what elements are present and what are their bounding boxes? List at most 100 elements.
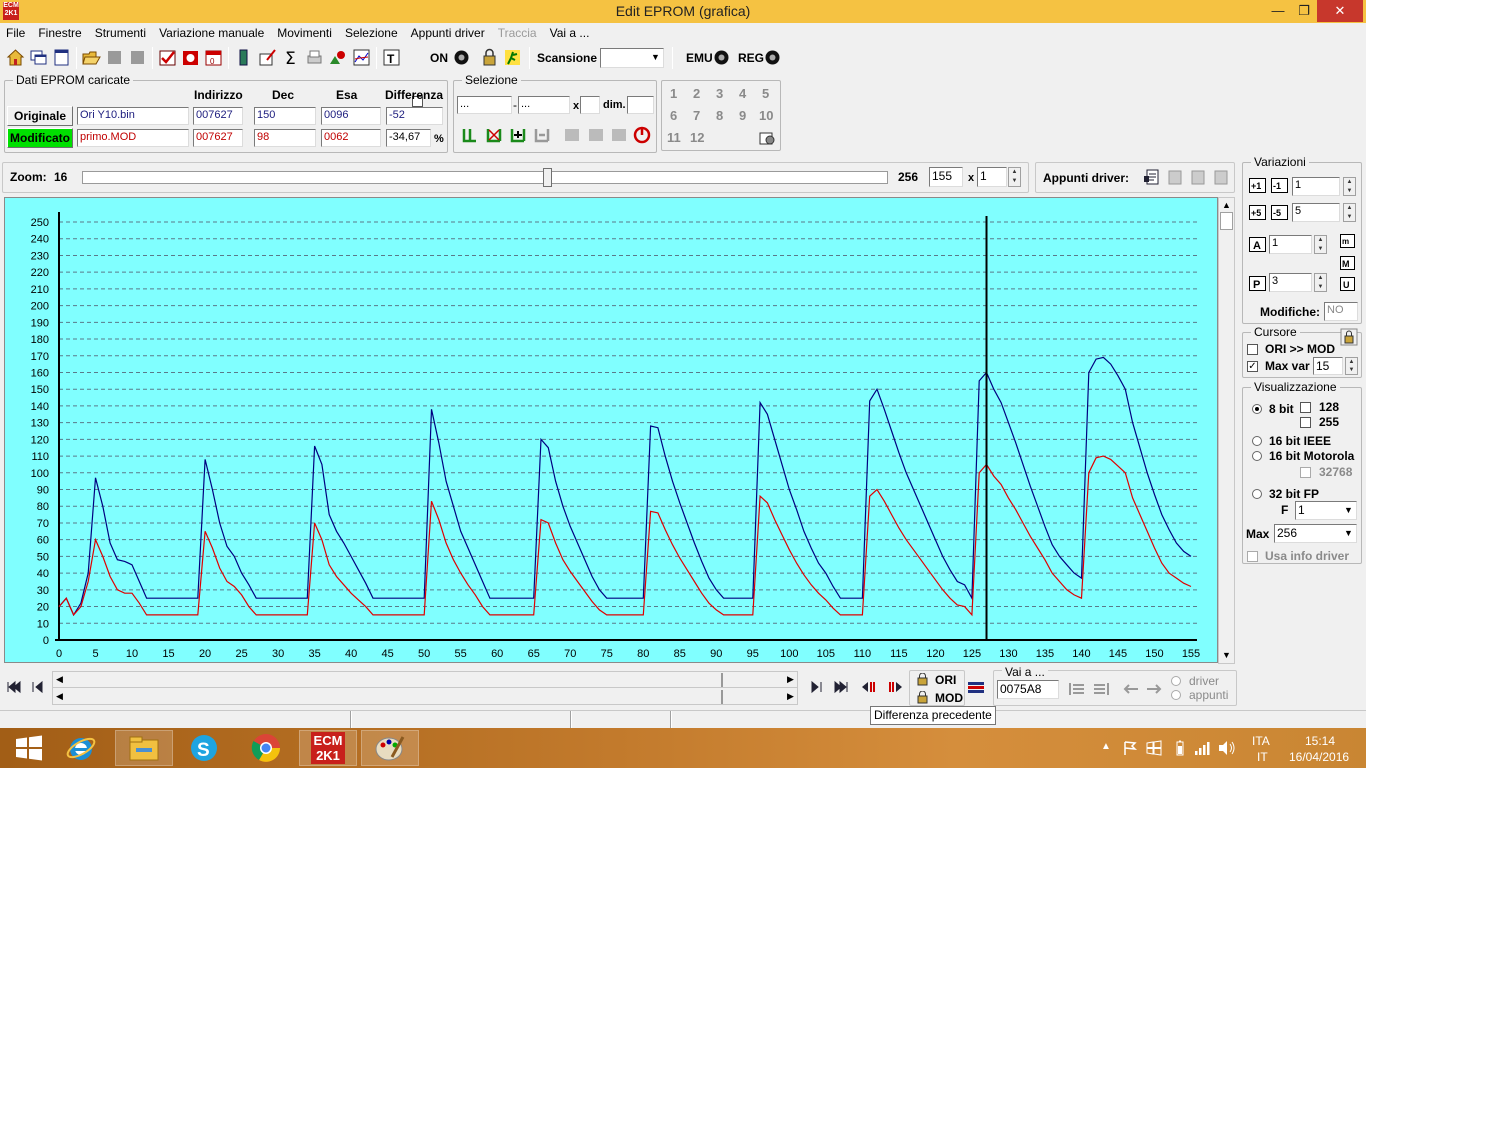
- zoom-slider-track[interactable]: [82, 171, 888, 184]
- goto-start-icon[interactable]: [1068, 681, 1086, 697]
- menu-finestre[interactable]: Finestre: [38, 26, 81, 40]
- usa-info-checkbox[interactable]: [1247, 551, 1258, 562]
- last-icon[interactable]: [833, 680, 849, 694]
- prev-page-icon[interactable]: [30, 680, 46, 694]
- max-dropdown-arrow-icon[interactable]: ▼: [1344, 528, 1353, 538]
- prev-difference-icon[interactable]: [860, 680, 876, 694]
- action-center-flag-icon[interactable]: [1122, 740, 1138, 756]
- edit-chart-icon[interactable]: [258, 48, 277, 67]
- taskbar-skype[interactable]: S: [175, 730, 233, 766]
- set-a-spinner[interactable]: ▲ ▼: [1314, 235, 1327, 254]
- taskbar-chrome[interactable]: [237, 730, 295, 766]
- cursor-lock-icon[interactable]: [1340, 328, 1358, 346]
- minus-percent-icon[interactable]: -5: [1271, 205, 1288, 220]
- check-32768[interactable]: [1300, 467, 1311, 478]
- mod-scroll-thumb[interactable]: [721, 690, 723, 704]
- goto-address-field[interactable]: 0075A8: [997, 680, 1059, 699]
- network-signal-icon[interactable]: [1194, 740, 1212, 756]
- slot-9[interactable]: 9: [739, 108, 746, 123]
- show-hidden-icons-icon[interactable]: ▲: [1101, 741, 1111, 752]
- clipboard-delete-icon[interactable]: [1212, 168, 1230, 186]
- select-start-icon[interactable]: [461, 126, 479, 144]
- save-as-icon[interactable]: [128, 48, 147, 67]
- set-p-field[interactable]: 3: [1269, 273, 1312, 292]
- open-folder-icon[interactable]: [82, 48, 101, 67]
- variazione-step-spinner[interactable]: ▲ ▼: [1343, 177, 1356, 196]
- mod-scroll-right-icon[interactable]: ▶: [787, 691, 794, 702]
- start-button[interactable]: [0, 730, 58, 766]
- slot-4[interactable]: 4: [739, 86, 746, 101]
- orig-scroll-thumb[interactable]: [721, 673, 723, 687]
- check-128[interactable]: [1300, 402, 1311, 413]
- u-icon[interactable]: U: [1340, 277, 1355, 291]
- min-icon[interactable]: m: [1340, 234, 1355, 248]
- taskbar-ecm[interactable]: ECM 2K1: [299, 730, 357, 766]
- clock-date[interactable]: 16/04/2016: [1289, 750, 1349, 764]
- modified-button[interactable]: Modificato: [7, 128, 73, 148]
- clipboard-paste-icon[interactable]: [1166, 168, 1184, 186]
- flag-icon[interactable]: [967, 680, 985, 694]
- zoom-mult-field[interactable]: 1: [977, 167, 1007, 187]
- chart-vertical-scrollbar[interactable]: ▲ ▼: [1218, 197, 1235, 664]
- battery-icon[interactable]: [1172, 740, 1188, 756]
- slot-10[interactable]: 10: [759, 108, 773, 123]
- chip-icon[interactable]: [234, 48, 253, 67]
- radio-8bit[interactable]: [1252, 404, 1262, 414]
- compare-icon[interactable]: [181, 48, 200, 67]
- checklist-icon[interactable]: [158, 48, 177, 67]
- menu-variazione-manuale[interactable]: Variazione manuale: [159, 26, 264, 40]
- menu-appunti-driver[interactable]: Appunti driver: [411, 26, 485, 40]
- radio-32bit-fp[interactable]: [1252, 489, 1262, 499]
- menu-strumenti[interactable]: Strumenti: [95, 26, 146, 40]
- set-p-spinner[interactable]: ▲ ▼: [1314, 273, 1327, 292]
- slot-5[interactable]: 5: [762, 86, 769, 101]
- max-var-spinner[interactable]: ▲ ▼: [1345, 357, 1358, 375]
- slot-3[interactable]: 3: [716, 86, 723, 101]
- check-255[interactable]: [1300, 417, 1311, 428]
- taskbar-explorer[interactable]: [115, 730, 173, 766]
- modified-hex-field[interactable]: 0062: [321, 129, 381, 147]
- goto-back-icon[interactable]: [1122, 681, 1140, 697]
- max-var-field[interactable]: 15: [1313, 357, 1343, 375]
- swap-block-icon[interactable]: [610, 126, 628, 144]
- paste-block-icon[interactable]: [587, 126, 605, 144]
- orig-scroll-left-icon[interactable]: ◀: [56, 674, 63, 685]
- select-all-icon[interactable]: [509, 126, 527, 144]
- keyboard-layout-code[interactable]: IT: [1257, 750, 1268, 764]
- original-file-field[interactable]: Ori Y10.bin: [77, 107, 189, 125]
- menu-file[interactable]: File: [6, 26, 25, 40]
- variazione-percent-spinner[interactable]: ▲ ▼: [1343, 203, 1356, 222]
- scan-dropdown-arrow-icon[interactable]: ▼: [651, 52, 660, 62]
- f-dropdown-arrow-icon[interactable]: ▼: [1344, 505, 1353, 515]
- set-p-icon[interactable]: P: [1249, 276, 1266, 291]
- sum-icon[interactable]: Σ: [282, 48, 301, 67]
- modified-diff-field[interactable]: -34,67: [386, 129, 431, 147]
- zoom-value-field[interactable]: 155: [929, 167, 963, 187]
- minus-one-icon[interactable]: -1: [1271, 178, 1288, 193]
- minimize-button[interactable]: —: [1266, 0, 1290, 22]
- close-button[interactable]: ✕: [1317, 0, 1363, 22]
- goto-forward-icon[interactable]: [1145, 681, 1163, 697]
- graph-icon[interactable]: [352, 48, 371, 67]
- modified-address-field[interactable]: 007627: [193, 129, 243, 147]
- calendar-icon[interactable]: 0: [204, 48, 223, 67]
- slot-11[interactable]: 11: [667, 130, 681, 145]
- maximize-button[interactable]: ❐: [1292, 0, 1316, 22]
- radio-16bit-motorola[interactable]: [1252, 451, 1262, 461]
- slot-6[interactable]: 6: [670, 108, 677, 123]
- slot-7[interactable]: 7: [693, 108, 700, 123]
- document-icon[interactable]: [52, 48, 71, 67]
- menu-movimenti[interactable]: Movimenti: [277, 26, 332, 40]
- radio-driver[interactable]: [1171, 676, 1181, 686]
- select-clear-icon[interactable]: [533, 126, 551, 144]
- lock-icon[interactable]: [480, 48, 499, 67]
- reset-icon[interactable]: [633, 126, 651, 144]
- clock-time[interactable]: 15:14: [1305, 734, 1335, 748]
- original-dec-field[interactable]: 150: [254, 107, 316, 125]
- variazione-step-field[interactable]: 1: [1292, 177, 1340, 196]
- windows-icon[interactable]: [29, 48, 48, 67]
- taskbar-ie[interactable]: [52, 730, 110, 766]
- selection-to-field[interactable]: ...: [518, 96, 570, 114]
- slot-8[interactable]: 8: [716, 108, 723, 123]
- position-scrollbars[interactable]: ◀ ▶ ◀ ▶: [52, 671, 798, 705]
